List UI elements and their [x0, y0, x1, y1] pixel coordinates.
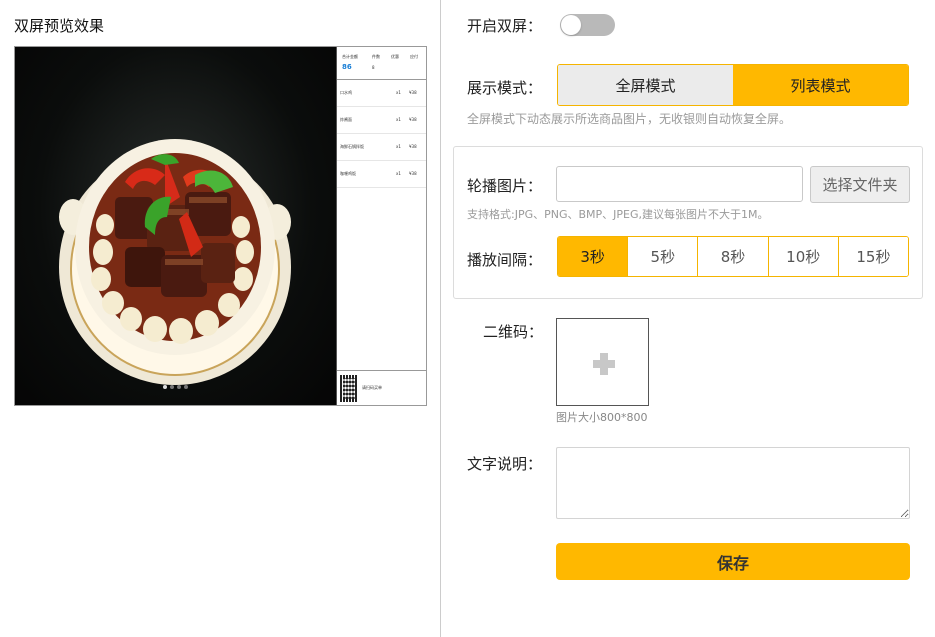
dual-screen-label: 开启双屏： — [467, 17, 543, 35]
order-summary: 合计金额 86 件数 8 优惠 应付 — [337, 47, 426, 80]
item-qty: x1 — [396, 171, 401, 176]
qr-code-icon — [340, 375, 358, 402]
discount-label: 优惠 — [391, 54, 399, 59]
preview-screen: 合计金额 86 件数 8 优惠 应付 口水鸡 x1 ¥38 炸酱面 x1 ¥38 — [14, 46, 427, 406]
save-button[interactable]: 保存 — [556, 543, 910, 580]
order-item: 炸酱面 x1 ¥38 — [337, 107, 426, 134]
item-qty: x1 — [396, 144, 401, 149]
qr-code-upload[interactable] — [556, 318, 649, 406]
item-name: 炸酱面 — [340, 117, 352, 122]
description-textarea[interactable] — [556, 447, 910, 519]
interval-option-15s[interactable]: 15秒 — [837, 237, 908, 276]
item-price: ¥38 — [409, 117, 417, 122]
mode-option-list[interactable]: 列表模式 — [733, 65, 908, 105]
preview-title: 双屏预览效果 — [14, 17, 105, 35]
item-price: ¥38 — [409, 171, 417, 176]
item-name: 口水鸡 — [340, 90, 352, 95]
interval-option-5s[interactable]: 5秒 — [627, 237, 698, 276]
interval-label: 播放间隔： — [467, 251, 543, 269]
total-value: 86 — [342, 63, 352, 71]
preview-panel: 双屏预览效果 合计金额 86 件数 8 优惠 应付 口水鸡 x1 ¥38 炸酱面… — [0, 0, 440, 637]
order-item: 海鲜石锅拌饭 x1 ¥38 — [337, 134, 426, 161]
vertical-divider — [440, 0, 441, 637]
mode-option-fullscreen[interactable]: 全屏模式 — [558, 65, 733, 105]
qty-label: 件数 — [372, 54, 380, 59]
item-qty: x1 — [396, 117, 401, 122]
item-price: ¥38 — [409, 144, 417, 149]
description-label: 文字说明： — [467, 455, 543, 473]
item-qty: x1 — [396, 90, 401, 95]
interval-selector: 3秒 5秒 8秒 10秒 15秒 — [557, 236, 909, 277]
qr-size-hint: 图片大小800*800 — [556, 411, 648, 424]
item-price: ¥38 — [409, 90, 417, 95]
carousel-format-hint: 支持格式:JPG、PNG、BMP、JPEG,建议每张图片不大于1M。 — [467, 208, 769, 221]
display-mode-selector: 全屏模式 列表模式 — [557, 64, 909, 106]
interval-option-10s[interactable]: 10秒 — [767, 237, 838, 276]
display-mode-hint: 全屏模式下动态展示所选商品图片，无收银则自动恢复全屏。 — [467, 112, 792, 126]
order-footer: 请扫码买单 — [337, 370, 426, 405]
carousel-photo — [15, 47, 336, 405]
dual-screen-settings: 双屏预览效果 合计金额 86 件数 8 优惠 应付 口水鸡 x1 ¥38 炸酱面… — [0, 0, 935, 637]
carousel-path-input[interactable] — [556, 166, 803, 202]
footer-text: 请扫码买单 — [362, 385, 382, 390]
qty-value: 8 — [372, 65, 375, 70]
order-item: 口水鸡 x1 ¥38 — [337, 80, 426, 107]
pay-label: 应付 — [410, 54, 418, 59]
interval-option-8s[interactable]: 8秒 — [697, 237, 768, 276]
plus-icon — [593, 353, 615, 375]
select-folder-button[interactable]: 选择文件夹 — [810, 166, 910, 203]
item-name: 海鲜石锅拌饭 — [340, 144, 364, 149]
order-sidebar: 合计金额 86 件数 8 优惠 应付 口水鸡 x1 ¥38 炸酱面 x1 ¥38 — [336, 47, 426, 405]
carousel-label: 轮播图片： — [467, 177, 543, 195]
total-label: 合计金额 — [342, 54, 358, 59]
interval-option-3s[interactable]: 3秒 — [558, 237, 628, 276]
carousel-dots — [163, 385, 188, 389]
display-mode-label: 展示模式： — [467, 79, 543, 97]
order-item: 咖喱鸡饭 x1 ¥38 — [337, 161, 426, 188]
dual-screen-toggle[interactable] — [560, 14, 615, 36]
dish-image — [59, 139, 291, 385]
item-name: 咖喱鸡饭 — [340, 171, 356, 176]
toggle-knob — [561, 15, 581, 35]
qr-code-label: 二维码： — [483, 323, 544, 341]
